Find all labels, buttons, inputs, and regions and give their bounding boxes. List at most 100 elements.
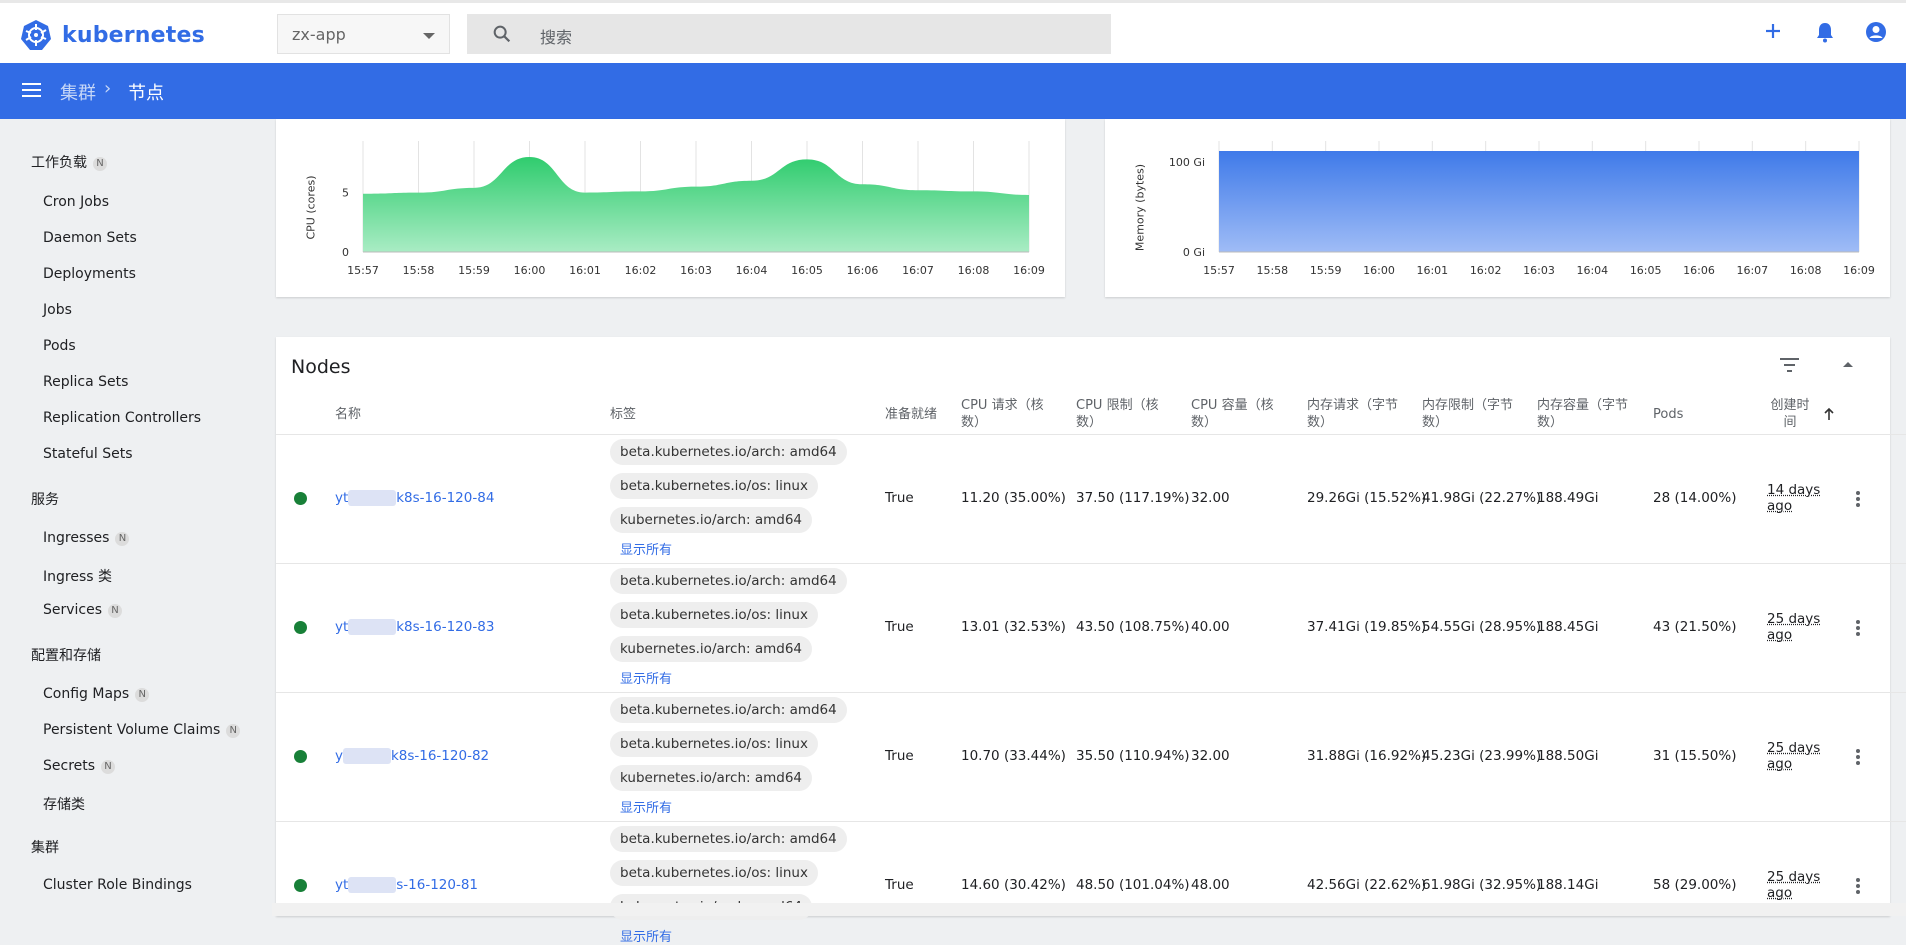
sidebar-item-storage-classes[interactable]: 存储类 [43, 794, 85, 814]
row-divider [276, 821, 1906, 822]
more-vert-icon[interactable] [1855, 619, 1861, 637]
namespace-selector[interactable]: zx-app [277, 14, 450, 54]
sidebar-item-pvcs[interactable]: Persistent Volume Claims N [43, 722, 241, 738]
node-name-link[interactable]: ytxxxxxxs-16-120-81 [335, 877, 478, 893]
sidebar-item-cron-jobs[interactable]: Cron Jobs [43, 194, 109, 210]
bell-icon[interactable] [1815, 21, 1835, 43]
cpu-limits-value: 37.50 (117.19%) [1076, 490, 1190, 506]
sidebar-item-services[interactable]: Services N [43, 602, 123, 618]
sidebar-item-deployments[interactable]: Deployments [43, 266, 136, 282]
col-header-cpu-limits: CPU 限制（核数） [1076, 398, 1159, 430]
sidebar-item-jobs[interactable]: Jobs [43, 302, 72, 318]
more-vert-icon[interactable] [1855, 490, 1861, 508]
breadcrumb-bar: 集群 › 节点 [0, 63, 1906, 119]
breadcrumb-cluster[interactable]: 集群 [60, 79, 96, 105]
cpu-limits-value: 48.50 (101.04%) [1076, 877, 1190, 893]
sidebar-item-pods[interactable]: Pods [43, 338, 76, 354]
label-chip: kubernetes.io/arch: amd64 [610, 507, 813, 533]
namespaced-badge: N [135, 688, 150, 702]
label-chip: beta.kubernetes.io/arch: amd64 [610, 826, 847, 852]
x-tick-label: 16:05 [1630, 264, 1662, 277]
show-all-labels-link[interactable]: 显示所有 [620, 668, 672, 687]
namespaced-badge: N [226, 724, 241, 738]
memory-capacity-value: 188.14Gi [1537, 877, 1599, 893]
sidebar-item-stateful-sets[interactable]: Stateful Sets [43, 446, 132, 462]
cpu-area-chart: 15:57 15:58 15:59 16:00 16:01 16:02 16:03 16:04… [342, 141, 1045, 277]
cpu-capacity-value: 32.00 [1191, 490, 1230, 506]
row-divider [276, 692, 1906, 693]
memory-capacity-value: 188.45Gi [1537, 619, 1599, 635]
memory-area-chart: 15:57 15:58 15:59 16:00 16:01 16:02 16:03 16:04… [1169, 141, 1875, 277]
section-title: 工作负载 [31, 155, 87, 171]
label-chip: beta.kubernetes.io/os: linux [610, 473, 818, 499]
pods-value: 43 (21.50%) [1653, 619, 1737, 635]
sidebar-section-cluster[interactable]: 集群 [31, 837, 59, 857]
x-tick-label: 16:04 [1576, 264, 1608, 277]
sidebar-section-services[interactable]: 服务 [31, 489, 59, 509]
menu-icon[interactable] [22, 82, 42, 98]
item-label: Persistent Volume Claims [43, 722, 221, 738]
memory-limits-value: 61.98Gi (32.95%) [1422, 877, 1542, 893]
col-header-labels: 标签 [610, 407, 637, 422]
more-vert-icon[interactable] [1855, 748, 1861, 766]
cpu-requests-value: 14.60 (30.42%) [961, 877, 1066, 893]
col-header-created[interactable]: 创建时间 [1770, 397, 1810, 431]
created-age: 25 days ago [1767, 740, 1821, 772]
sidebar-section-workloads[interactable]: 工作负载 N [31, 152, 107, 172]
x-tick-label: 16:02 [1470, 264, 1502, 277]
filter-icon[interactable] [1780, 357, 1800, 373]
show-all-labels-link[interactable]: 显示所有 [620, 797, 672, 816]
search-input[interactable]: 搜索 [467, 14, 1111, 54]
sidebar: 工作负载 N Cron Jobs Daemon Sets Deployments … [0, 119, 272, 916]
x-tick-label: 15:57 [1203, 264, 1235, 277]
more-vert-icon[interactable] [1855, 877, 1861, 895]
cpu-chart-card: CPU (cores) 15:57 15:58 15:59 16:00 16:01 16:… [276, 119, 1065, 297]
sidebar-item-secrets[interactable]: Secrets N [43, 758, 116, 774]
x-tick-label: 16:00 [514, 264, 546, 277]
pods-value: 28 (14.00%) [1653, 490, 1737, 506]
ready-status-icon [294, 621, 307, 634]
kubernetes-logo[interactable]: kubernetes [20, 19, 205, 51]
plus-icon[interactable] [1763, 21, 1783, 41]
chevron-right-icon: › [104, 78, 112, 99]
x-tick-label: 16:03 [1523, 264, 1555, 277]
sidebar-section-config-storage[interactable]: 配置和存储 [31, 645, 101, 665]
memory-chart-card: Memory (bytes) 15:57 15:58 15:59 16:00 16:01… [1105, 119, 1890, 297]
memory-limits-value: 45.23Gi (23.99%) [1422, 748, 1542, 764]
x-tick-label: 16:06 [1683, 264, 1715, 277]
show-all-labels-link[interactable]: 显示所有 [620, 539, 672, 558]
sidebar-item-ingress-classes[interactable]: Ingress 类 [43, 566, 112, 586]
sidebar-item-ingresses[interactable]: Ingresses N [43, 530, 130, 546]
col-header-name[interactable]: 名称 [335, 406, 361, 423]
arrow-up-icon[interactable] [1823, 407, 1835, 421]
memory-requests-value: 31.88Gi (16.92%) [1307, 748, 1427, 764]
x-tick-label: 16:09 [1843, 264, 1875, 277]
pods-value: 31 (15.50%) [1653, 748, 1737, 764]
namespace-value: zx-app [292, 25, 346, 44]
node-name-link[interactable]: yxxxxxxk8s-16-120-82 [335, 748, 489, 764]
created-age: 14 days ago [1767, 482, 1821, 514]
sidebar-item-cluster-role-bindings[interactable]: Cluster Role Bindings [43, 877, 192, 893]
x-tick-label: 16:05 [791, 264, 823, 277]
node-name-link[interactable]: ytxxxxxxk8s-16-120-84 [335, 490, 494, 506]
node-name-link[interactable]: ytxxxxxxk8s-16-120-83 [335, 619, 494, 635]
sidebar-item-daemon-sets[interactable]: Daemon Sets [43, 230, 137, 246]
memory-requests-value: 37.41Gi (19.85%) [1307, 619, 1427, 635]
x-tick-label: 16:01 [1416, 264, 1448, 277]
sidebar-item-config-maps[interactable]: Config Maps N [43, 686, 150, 702]
ready-status-icon [294, 750, 307, 763]
cpu-limits-value: 43.50 (108.75%) [1076, 619, 1190, 635]
y-tick-label: 100 Gi [1169, 156, 1205, 169]
label-chip: beta.kubernetes.io/arch: amd64 [610, 697, 847, 723]
sidebar-item-replica-sets[interactable]: Replica Sets [43, 374, 128, 390]
label-chip: beta.kubernetes.io/arch: amd64 [610, 439, 847, 465]
show-all-labels-link[interactable]: 显示所有 [620, 926, 672, 945]
y-tick-label: 0 Gi [1183, 246, 1205, 259]
account-icon[interactable] [1865, 21, 1887, 43]
collapse-icon[interactable] [1842, 360, 1854, 368]
label-chip: beta.kubernetes.io/os: linux [610, 731, 818, 757]
col-header-mem-requests: 内存请求（字节数） [1307, 398, 1399, 430]
sidebar-item-replication-controllers[interactable]: Replication Controllers [43, 410, 201, 426]
created-age: 25 days ago [1767, 611, 1821, 643]
namespaced-badge: N [108, 604, 123, 618]
